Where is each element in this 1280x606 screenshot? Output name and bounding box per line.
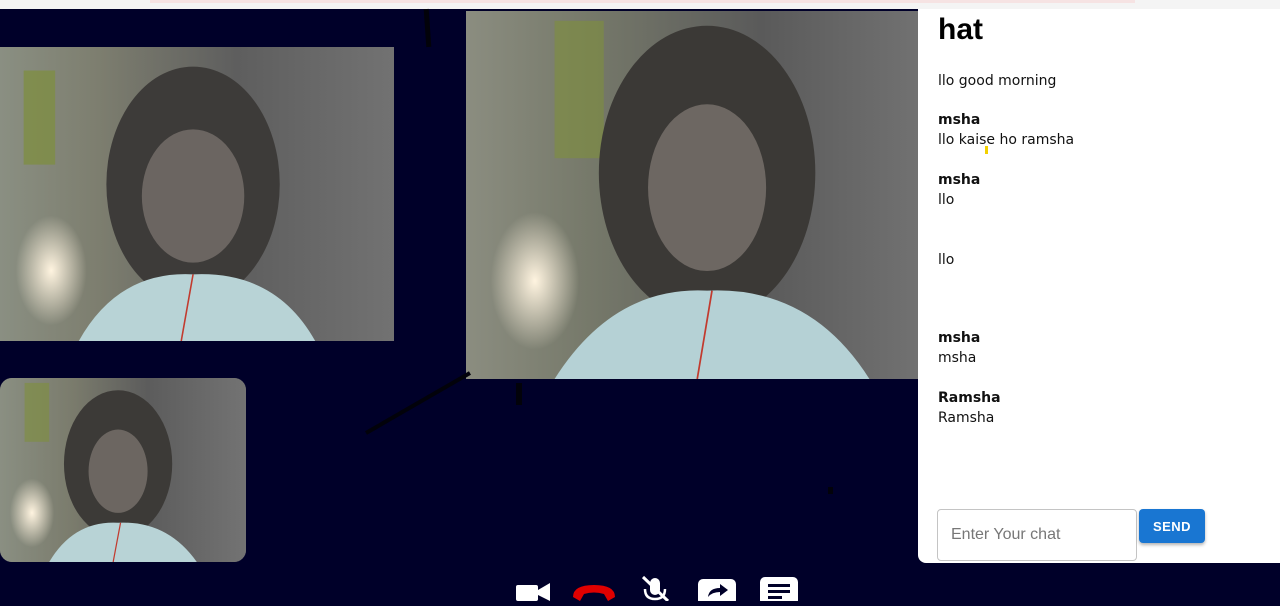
chat-message-sender: Ramsha: [938, 390, 1001, 406]
participant-video-frame: [466, 11, 958, 379]
chat-panel: hat llo good morning msha llo kaise ho r…: [918, 9, 1280, 563]
participant-video-left[interactable]: [0, 47, 394, 341]
canvas-stroke: [365, 371, 471, 435]
chat-input[interactable]: [937, 509, 1137, 561]
share-screen-icon[interactable]: [697, 573, 737, 605]
canvas-stroke: [828, 487, 833, 494]
text-cursor-mark: [985, 146, 988, 154]
chat-icon[interactable]: [759, 573, 799, 605]
canvas-stroke: [423, 8, 432, 48]
send-button[interactable]: SEND: [1139, 509, 1205, 543]
video-camera-icon[interactable]: [515, 573, 551, 601]
chat-message: msha llo kaise ho ramsha: [938, 110, 1074, 150]
chat-title: hat: [938, 13, 983, 46]
chat-message-text: llo kaise ho ramsha: [938, 132, 1075, 148]
self-video-frame: [0, 378, 246, 562]
chat-message-text: llo good morning: [938, 73, 1057, 89]
chat-message-sender: msha: [938, 330, 981, 346]
self-video[interactable]: [0, 378, 246, 562]
chat-message-sender: msha: [938, 112, 981, 128]
chat-message: llo: [938, 250, 954, 270]
top-strip-accent: [150, 0, 1135, 3]
chat-message: msha llo: [938, 170, 980, 210]
hang-up-phone-icon[interactable]: [570, 573, 618, 601]
chat-message: Ramsha Ramsha: [938, 388, 1001, 428]
chat-message-text: llo: [938, 252, 955, 268]
chat-message-text: llo: [938, 192, 955, 208]
chat-message: msha msha: [938, 328, 980, 368]
chat-message: llo good morning: [938, 71, 1056, 91]
participant-video-main[interactable]: [466, 11, 958, 379]
chat-message-text: msha: [938, 350, 977, 366]
chat-message-text: Ramsha: [938, 410, 995, 426]
video-stage: [0, 8, 958, 569]
mic-off-icon[interactable]: [638, 573, 672, 603]
canvas-stroke: [516, 383, 522, 405]
chat-message-sender: msha: [938, 172, 981, 188]
participant-video-frame: [0, 47, 394, 341]
call-controls-bar: [0, 569, 1280, 605]
